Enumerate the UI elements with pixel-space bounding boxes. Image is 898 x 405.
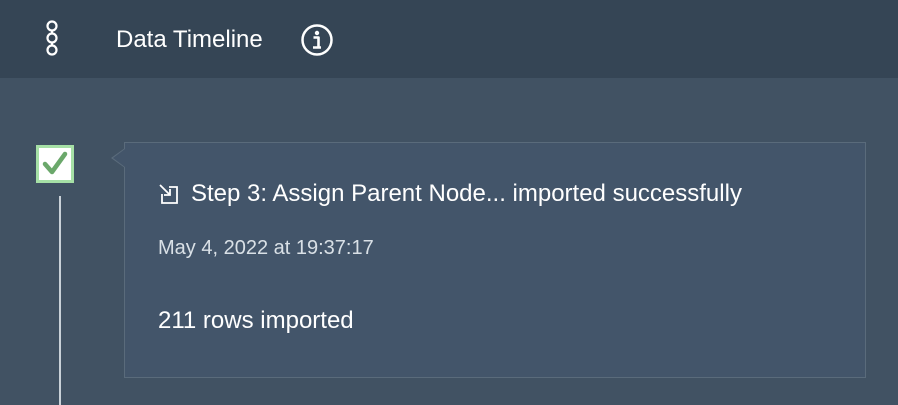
card-pointer-fill <box>113 149 125 167</box>
entry-title: Step 3: Assign Parent Node... imported s… <box>191 180 742 207</box>
timeline-connector <box>59 196 61 405</box>
entry-timestamp: May 4, 2022 at 19:37:17 <box>158 237 374 259</box>
info-icon[interactable] <box>300 23 334 57</box>
entry-detail: 211 rows imported <box>158 307 354 334</box>
import-icon <box>159 184 178 204</box>
check-icon <box>36 145 74 183</box>
page-title: Data Timeline <box>116 26 263 53</box>
app-header: Data Timeline <box>0 0 898 78</box>
timeline-icon <box>46 20 58 56</box>
